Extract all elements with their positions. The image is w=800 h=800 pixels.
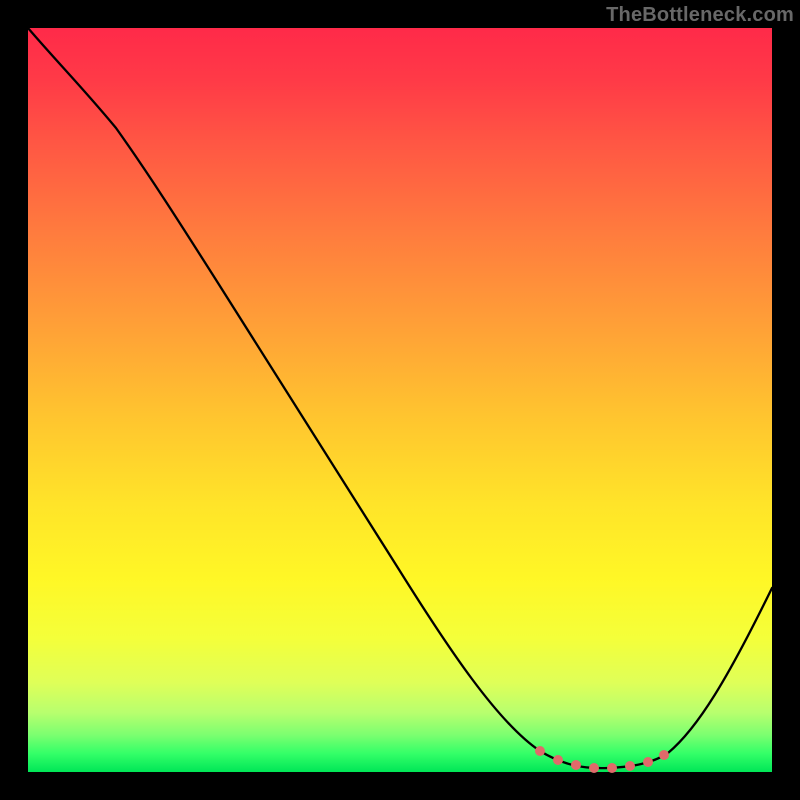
marker-dot: [589, 763, 599, 773]
marker-dot: [659, 750, 669, 760]
marker-dot: [607, 763, 617, 773]
watermark-label: TheBottleneck.com: [606, 4, 794, 27]
marker-dot: [571, 760, 581, 770]
chart-svg: [28, 28, 772, 772]
marker-dot: [625, 761, 635, 771]
bottleneck-curve: [28, 28, 772, 768]
chart-frame: TheBottleneck.com: [0, 0, 800, 800]
plot-area: [28, 28, 772, 772]
marker-dot: [643, 757, 653, 767]
marker-dot: [553, 755, 563, 765]
marker-dot: [535, 746, 545, 756]
